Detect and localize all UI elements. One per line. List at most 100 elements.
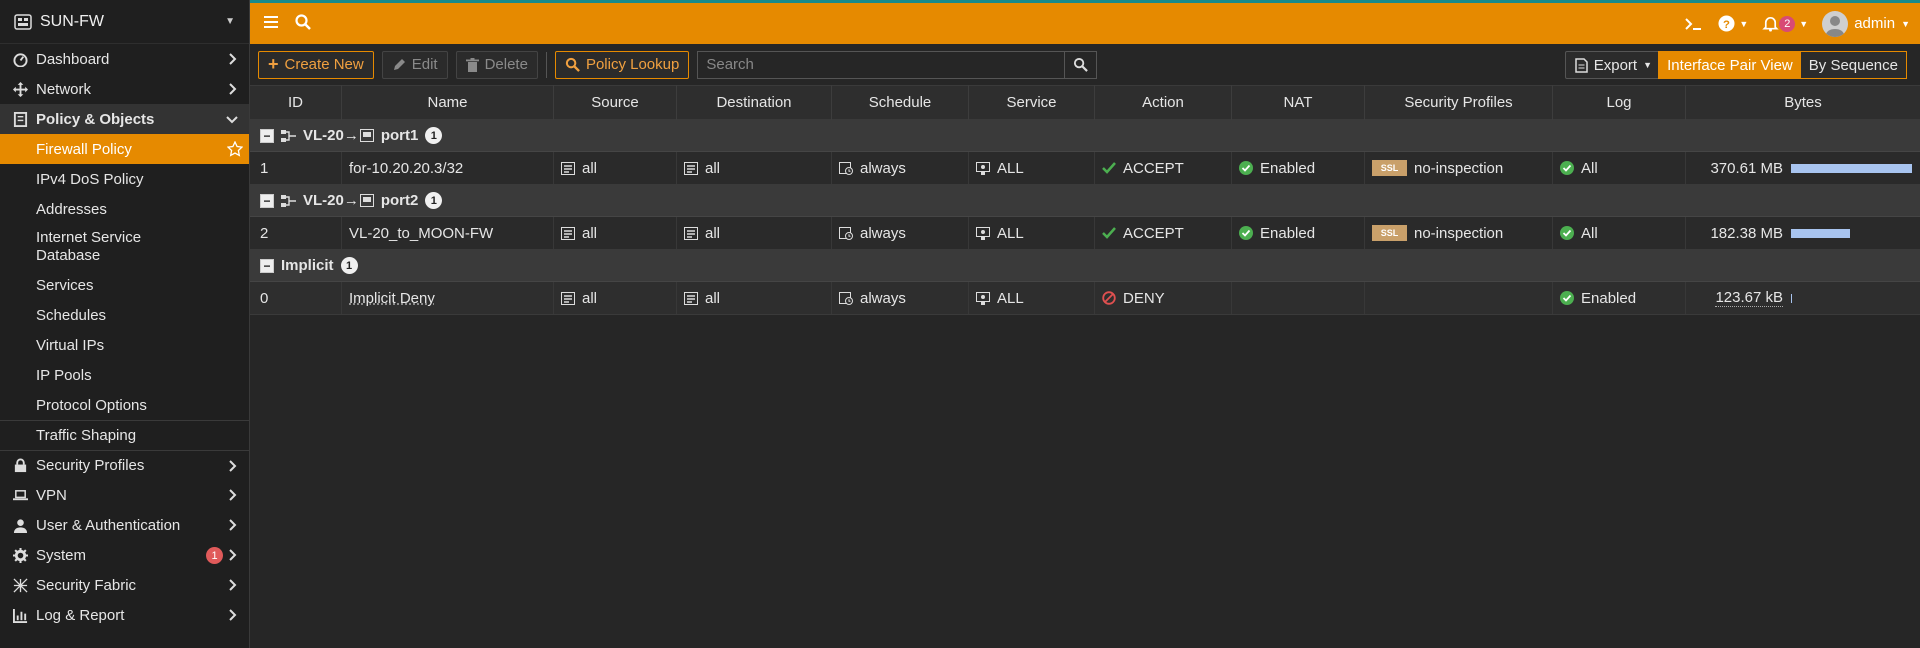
cell-action: ACCEPT [1095,217,1232,249]
view-toggle: Interface Pair View By Sequence [1658,51,1907,79]
sidebar-item-policy-objects[interactable]: Policy & Objects [0,104,249,134]
fabric-icon [12,577,28,593]
sidebar-item-network[interactable]: Network [0,74,249,104]
calendar-clock-icon [839,291,853,305]
sidebar-item-label: Traffic Shaping [36,427,137,444]
chevron-right-icon [225,548,239,562]
sidebar-item-ipv4-dos-policy[interactable]: IPv4 DoS Policy [0,164,249,194]
chevron-right-icon [225,82,239,96]
interface-pair-view-button[interactable]: Interface Pair View [1659,52,1801,78]
sidebar-item-label: Network [36,80,92,98]
sidebar-item-protocol-options[interactable]: Protocol Options [0,390,249,420]
help-menu[interactable]: ? ▼ [1718,15,1748,32]
cell-destination-text: all [705,159,721,177]
sidebar: SUN-FW ▼ Dashboard Network Policy & Obje… [0,0,250,648]
bytes-bar [1791,228,1850,238]
column-header-bytes[interactable]: Bytes [1686,85,1920,120]
column-header-id[interactable]: ID [250,85,342,120]
sidebar-item-label: Schedules [36,306,107,324]
cell-destination: all [677,217,832,249]
column-header-destination[interactable]: Destination [677,85,832,120]
sidebar-item-services[interactable]: Services [0,270,249,300]
sidebar-item-virtual-ips[interactable]: Virtual IPs [0,330,249,360]
group-label: Implicit [281,257,334,274]
cell-source: all [554,282,677,314]
interface-pair-icon [281,194,296,208]
star-icon[interactable] [227,141,243,157]
implicit-deny-link[interactable]: Implicit Deny [349,290,435,307]
calendar-clock-icon [839,161,853,175]
cell-source: all [554,152,677,184]
column-header-service[interactable]: Service [969,85,1095,120]
column-header-source[interactable]: Source [554,85,677,120]
group-header[interactable]: − VL-20 → port1 1 [250,120,1920,152]
sidebar-item-dashboard[interactable]: Dashboard [0,44,249,74]
cell-profile-text: no-inspection [1414,224,1504,242]
trash-icon [465,57,479,72]
chevron-down-icon: ▼ [1643,60,1652,70]
create-new-button[interactable]: + Create New [258,50,374,79]
policy-toolbar: + Create New Edit Delete Policy Lookup Ex… [250,44,1920,85]
sidebar-item-ip-pools[interactable]: IP Pools [0,360,249,390]
sidebar-item-user-authentication[interactable]: User & Authentication [0,510,249,540]
collapse-icon[interactable]: − [260,128,274,143]
notifications-menu[interactable]: 2 ▼ [1762,15,1808,32]
export-button[interactable]: Export ▼ [1564,51,1662,79]
group-header[interactable]: − VL-20 → port2 1 [250,185,1920,217]
arrow: → [343,127,359,144]
check-circle-icon [1560,161,1574,175]
sidebar-item-internet-service-database[interactable]: Internet Service Database [0,224,249,270]
column-header-nat[interactable]: NAT [1232,85,1365,120]
edit-label: Edit [411,56,438,73]
sidebar-item-schedules[interactable]: Schedules [0,300,249,330]
collapse-icon[interactable]: − [260,258,274,273]
search-input[interactable] [698,51,1065,78]
sidebar-item-firewall-policy[interactable]: Firewall Policy [0,134,249,164]
cell-id: 1 [250,152,342,184]
user-menu[interactable]: admin ▼ [1822,10,1910,37]
sidebar-item-label: Log & Report [36,606,125,624]
device-selector[interactable]: SUN-FW ▼ [0,0,249,44]
pencil-icon [393,58,405,70]
column-header-schedule[interactable]: Schedule [832,85,969,120]
delete-button[interactable]: Delete [455,50,538,79]
group-header[interactable]: − Implicit 1 [250,250,1920,282]
search-box [697,50,1098,79]
system-alert-badge: 1 [206,547,223,564]
username: admin [1854,15,1896,32]
search-icon [565,57,580,72]
sidebar-item-label: Internet Service Database [36,229,142,264]
check-circle-icon [1560,226,1574,240]
table-row[interactable]: 1 for-10.20.20.3/32 all all always ALL A… [250,152,1920,185]
edit-button[interactable]: Edit [381,50,448,79]
column-header-security-profiles[interactable]: Security Profiles [1365,85,1553,120]
table-row[interactable]: 2 VL-20_to_MOON-FW all all always ALL AC… [250,217,1920,250]
sidebar-item-label: User & Authentication [36,516,181,534]
column-header-name[interactable]: Name [342,85,554,120]
sidebar-item-addresses[interactable]: Addresses [0,194,249,224]
by-sequence-button[interactable]: By Sequence [1800,52,1906,78]
cell-id: 2 [250,217,342,249]
search-submit-button[interactable] [1064,51,1096,78]
sidebar-item-traffic-shaping[interactable]: Traffic Shaping [0,420,249,450]
cli-console-icon[interactable] [1684,16,1704,32]
table-row[interactable]: 0 Implicit Deny all all always ALL DENY … [250,282,1920,315]
column-header-log[interactable]: Log [1553,85,1686,120]
sidebar-item-log-report[interactable]: Log & Report [0,600,249,630]
search-icon[interactable] [294,13,314,33]
cell-action-text: ACCEPT [1123,224,1184,242]
bar-chart-icon [12,607,28,623]
bytes-bar [1791,163,1912,173]
lock-icon [12,458,28,474]
hamburger-menu-icon[interactable] [262,13,282,33]
collapse-icon[interactable]: − [260,193,274,208]
policy-lookup-button[interactable]: Policy Lookup [554,50,690,79]
ssl-badge: SSL [1372,225,1407,241]
sidebar-item-system[interactable]: System 1 [0,540,249,570]
sidebar-item-security-profiles[interactable]: Security Profiles [0,450,249,480]
cell-service: ALL [969,282,1095,314]
sidebar-item-vpn[interactable]: VPN [0,480,249,510]
sidebar-item-security-fabric[interactable]: Security Fabric [0,570,249,600]
column-header-action[interactable]: Action [1095,85,1232,120]
deny-icon [1102,291,1116,305]
